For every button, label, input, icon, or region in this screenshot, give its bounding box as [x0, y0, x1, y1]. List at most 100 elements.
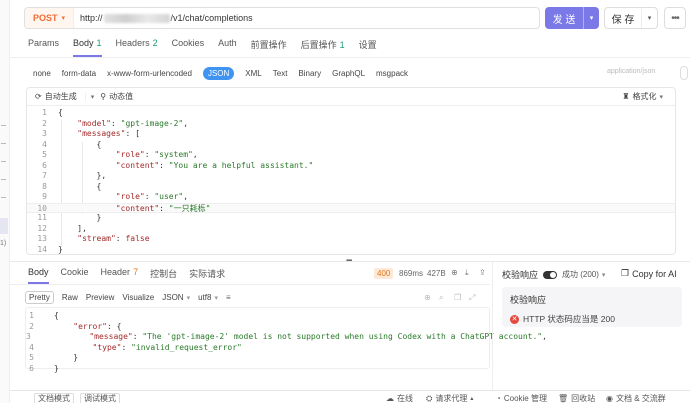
body-type-msgpack[interactable]: msgpack: [376, 69, 408, 78]
save-button[interactable]: 保 存 ▾: [604, 7, 658, 29]
code-line[interactable]: 9 "role": "user",: [27, 192, 675, 203]
code-line[interactable]: 4 {: [27, 140, 675, 151]
docs-community[interactable]: ◉ 文档 & 交流群: [606, 393, 666, 403]
tab-console[interactable]: 控制台: [150, 267, 177, 283]
line-number: 2: [29, 321, 34, 331]
code-line[interactable]: 6 "content": "You are a helpful assistan…: [27, 161, 675, 172]
body-type-graphql[interactable]: GraphQL: [332, 69, 365, 78]
code-line[interactable]: 3 "message": "The 'gpt-image-2' model is…: [26, 332, 547, 343]
validation-header: 校验响应 成功 (200) ▾: [502, 268, 605, 281]
body-type-json[interactable]: JSON: [202, 67, 235, 80]
globe-icon[interactable]: ⊕: [451, 268, 458, 277]
validation-result-select[interactable]: 成功 (200) ▾: [562, 269, 605, 280]
format-raw[interactable]: Raw: [62, 292, 78, 303]
code-line[interactable]: 4 "type": "invalid_request_error": [26, 343, 489, 354]
code-line[interactable]: 12 ],: [27, 224, 675, 235]
body-type-urlencoded[interactable]: x-www-form-urlencoded: [107, 69, 192, 78]
code-line[interactable]: 2 "error": {: [26, 322, 489, 333]
share-icon[interactable]: ⇪: [479, 268, 486, 277]
code-line[interactable]: 3 "messages": [: [27, 129, 675, 140]
line-number: 1: [29, 311, 34, 320]
code-line[interactable]: 13 "stream": false: [27, 234, 675, 245]
tab-body[interactable]: Body 1: [73, 38, 102, 57]
expand-icon[interactable]: ⤢: [469, 293, 475, 303]
code-line[interactable]: 6}: [26, 364, 489, 375]
wrap-lines-icon[interactable]: ≡: [226, 293, 231, 302]
request-proxy[interactable]: ⛭ 请求代理 ▴: [426, 393, 473, 403]
send-button[interactable]: 发 送 ▾: [545, 7, 599, 29]
editor-toolbar: ⟳ 自动生成 ▾ ⚲ 动态值 ♜ 格式化 ▾: [27, 88, 675, 106]
tab-params[interactable]: Params: [28, 38, 59, 56]
tab-cookies[interactable]: Cookies: [172, 38, 205, 56]
proxy-icon: ⛭: [426, 393, 433, 403]
search-icon[interactable]: ⌕: [439, 293, 443, 303]
code-line[interactable]: 11 }: [27, 213, 675, 224]
tab-actual-request[interactable]: 实际请求: [189, 267, 225, 283]
line-number: 3: [42, 129, 47, 138]
code-line[interactable]: 5 }: [26, 353, 489, 364]
line-number: 6: [29, 363, 34, 373]
validation-toggle[interactable]: [543, 270, 558, 279]
validation-item: ✕ HTTP 状态码应当是 200: [510, 313, 674, 325]
tab-post-actions[interactable]: 后置操作 1: [301, 38, 345, 56]
code-text: ],: [77, 223, 87, 233]
more-options-icon[interactable]: •••: [664, 7, 686, 29]
tab-response-header[interactable]: Header 7: [101, 267, 139, 283]
format-visualize[interactable]: Visualize: [122, 292, 154, 303]
code-line[interactable]: 10 "content": "一只耗栎": [27, 202, 675, 213]
code-line[interactable]: 8 {: [27, 182, 675, 193]
code-line[interactable]: 5 "role": "system",: [27, 150, 675, 161]
url-input[interactable]: http:// /v1/chat/completions: [74, 13, 253, 23]
format-button[interactable]: ♜ 格式化 ▾: [622, 91, 663, 102]
format-pretty[interactable]: Pretty: [25, 291, 54, 304]
chevron-down-icon[interactable]: ▾: [583, 7, 599, 29]
code-text: "role": "user",: [115, 192, 189, 201]
response-body-viewer[interactable]: 1{2 "error": {3 "message": "The 'gpt-ima…: [25, 307, 547, 373]
download-icon[interactable]: ⤓: [465, 268, 469, 278]
request-body-editor[interactable]: ⟳ 自动生成 ▾ ⚲ 动态值 ♜ 格式化 ▾ 1{2 "model": "gpt…: [26, 87, 676, 255]
line-number: 10: [37, 203, 47, 213]
doc-mode-button[interactable]: 文档模式: [34, 393, 74, 403]
tab-settings[interactable]: 设置: [359, 38, 377, 56]
format-preview[interactable]: Preview: [86, 292, 114, 303]
body-type-binary[interactable]: Binary: [298, 69, 321, 78]
body-type-form-data[interactable]: form-data: [62, 69, 96, 78]
chevron-down-icon[interactable]: ▾: [659, 93, 663, 101]
code-line[interactable]: 2 "model": "gpt-image-2",: [27, 119, 675, 130]
copy-icon[interactable]: ❐: [454, 293, 461, 302]
request-code[interactable]: 1{2 "model": "gpt-image-2", 3 "messages":…: [27, 108, 675, 255]
validation-results-box: 校验响应 ✕ HTTP 状态码应当是 200: [502, 287, 682, 327]
chevron-down-icon[interactable]: ▾: [84, 92, 94, 101]
body-type-none[interactable]: none: [33, 69, 51, 78]
code-line[interactable]: 1{: [27, 108, 675, 119]
tab-auth[interactable]: Auth: [218, 38, 237, 56]
cookie-management[interactable]: ◔ Cookie 管理: [496, 393, 547, 403]
scroll-handle[interactable]: [680, 66, 688, 80]
copy-for-ai-button[interactable]: ❐ Copy for AI: [621, 268, 677, 279]
dynamic-value-button[interactable]: ⚲ 动态值: [100, 91, 133, 102]
line-number: 4: [29, 342, 34, 352]
recycle-bin[interactable]: 🗑 回收站: [558, 393, 595, 403]
body-type-text[interactable]: Text: [273, 69, 288, 78]
online-status[interactable]: ☁ 在线: [386, 393, 413, 403]
cookie-icon: ◔: [496, 394, 501, 403]
code-line[interactable]: 14}: [27, 245, 675, 256]
tab-pre-actions[interactable]: 前置操作: [251, 38, 287, 56]
response-language-select[interactable]: JSON ▾: [162, 293, 190, 302]
tab-response-body[interactable]: Body: [28, 267, 49, 284]
auto-generate-button[interactable]: ⟳ 自动生成: [35, 91, 77, 102]
debug-mode-button[interactable]: 调试模式: [80, 393, 120, 403]
method-select[interactable]: POST ▾: [25, 8, 75, 28]
tab-headers[interactable]: Headers 2: [116, 38, 158, 56]
code-line[interactable]: 1{: [26, 311, 489, 322]
body-type-xml[interactable]: XML: [245, 69, 261, 78]
line-number: 13: [37, 234, 47, 243]
line-number: 8: [42, 181, 47, 191]
code-line[interactable]: 7 },: [27, 171, 675, 182]
download-icon[interactable]: ⊕: [424, 293, 431, 302]
chevron-down-icon[interactable]: ▾: [641, 8, 657, 28]
url-bar[interactable]: POST ▾ http:// /v1/chat/completions: [24, 7, 540, 29]
code-text: "type": "invalid_request_error": [92, 342, 242, 352]
tab-response-cookie[interactable]: Cookie: [61, 267, 89, 283]
response-encoding-select[interactable]: utf8 ▾: [198, 293, 218, 302]
